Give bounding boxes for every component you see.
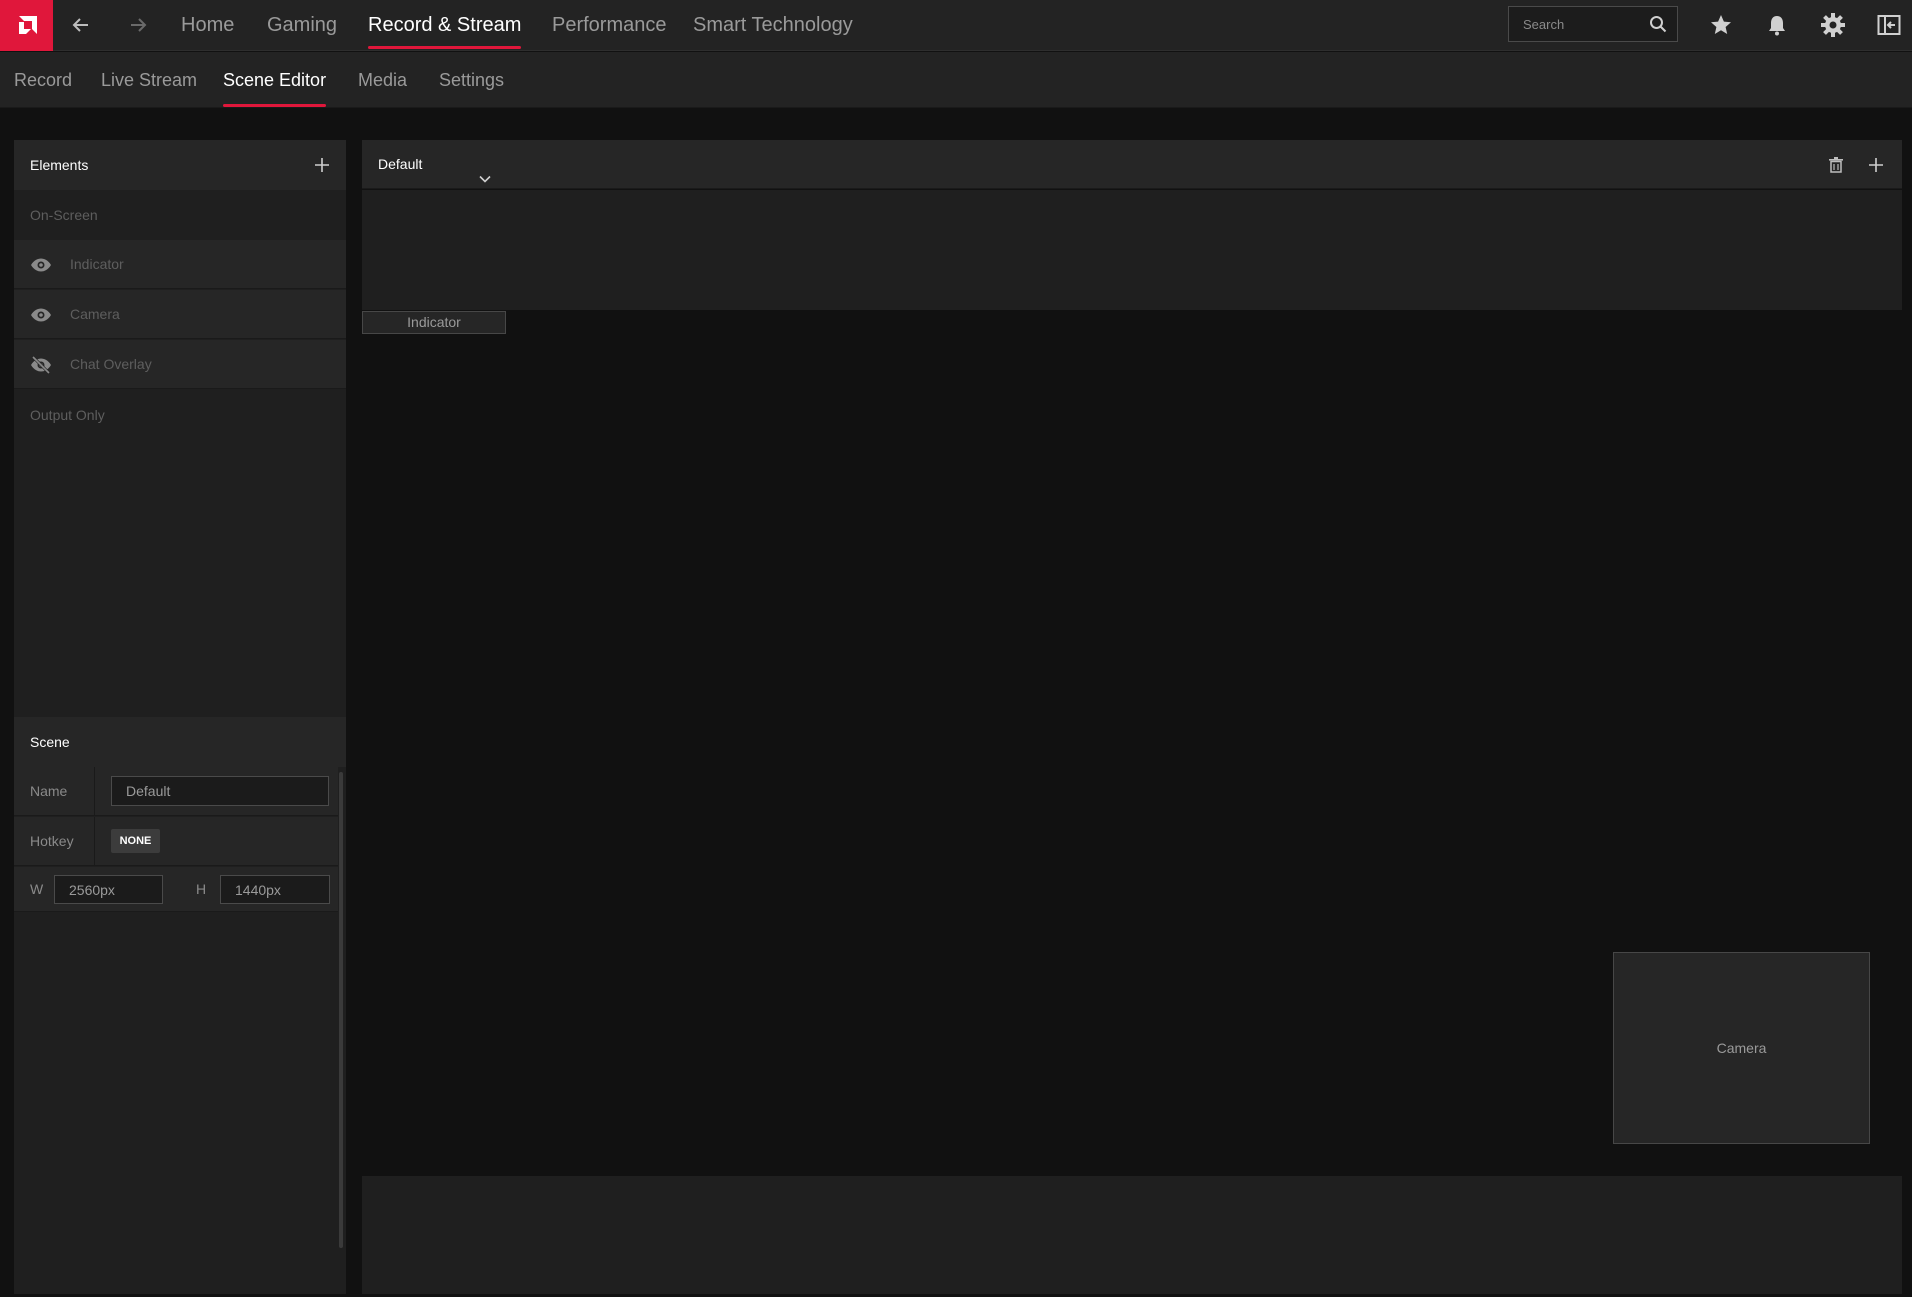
- subtab-scene-editor[interactable]: Scene Editor: [223, 52, 327, 108]
- scene-scrollbar[interactable]: [339, 772, 343, 1248]
- bell-icon[interactable]: [1761, 10, 1793, 40]
- eye-icon[interactable]: [30, 254, 52, 276]
- star-icon[interactable]: [1705, 10, 1737, 40]
- width-label: W: [30, 881, 44, 897]
- add-scene-button[interactable]: [1864, 153, 1888, 177]
- tab-performance[interactable]: Performance: [552, 0, 667, 51]
- sidebar-collapse-icon[interactable]: [1873, 10, 1905, 40]
- trash-icon[interactable]: [1824, 153, 1848, 177]
- element-row-camera[interactable]: Camera: [14, 290, 346, 339]
- scene-name-field[interactable]: [111, 776, 329, 806]
- canvas-bottom-strip: [362, 1176, 1902, 1294]
- on-screen-label: On-Screen: [30, 207, 98, 223]
- width-field[interactable]: [54, 875, 163, 904]
- row-divider: [94, 817, 95, 866]
- tab-smart-technology[interactable]: Smart Technology: [693, 0, 853, 51]
- top-bar: Home Gaming Record & Stream Performance …: [0, 0, 1912, 51]
- subtab-live-stream[interactable]: Live Stream: [101, 52, 197, 108]
- amd-logo-icon[interactable]: [0, 0, 53, 51]
- tab-gaming[interactable]: Gaming: [267, 0, 337, 51]
- element-row-indicator[interactable]: Indicator: [14, 240, 346, 289]
- hotkey-label: Hotkey: [30, 833, 74, 849]
- height-field[interactable]: [220, 875, 330, 904]
- left-panel: Elements On-Screen Indicator Camera Chat…: [14, 140, 346, 1294]
- elements-header: Elements: [14, 140, 346, 190]
- scene-name-label: Name: [30, 783, 68, 799]
- canvas-camera-element[interactable]: Camera: [1613, 952, 1870, 1144]
- subtab-media[interactable]: Media: [358, 52, 407, 108]
- scene-name-row: Name: [14, 767, 338, 816]
- canvas-indicator-element[interactable]: Indicator: [362, 311, 506, 334]
- subtab-settings[interactable]: Settings: [439, 52, 504, 108]
- camera-element-label: Camera: [1716, 1040, 1767, 1056]
- editor-header: Default: [362, 140, 1902, 189]
- element-label: Camera: [70, 306, 120, 322]
- scene-header: Scene: [14, 717, 346, 767]
- scene-dropdown[interactable]: Default: [378, 140, 491, 189]
- tab-home[interactable]: Home: [181, 0, 234, 51]
- scene-title: Scene: [30, 734, 70, 750]
- tab-record-and-stream[interactable]: Record & Stream: [368, 0, 522, 51]
- sub-tab-bar: Record Live Stream Scene Editor Media Se…: [0, 52, 1912, 108]
- search-icon[interactable]: [1649, 15, 1667, 38]
- gear-icon[interactable]: [1817, 10, 1849, 40]
- add-element-button[interactable]: [310, 153, 334, 177]
- height-label: H: [196, 881, 207, 897]
- subtab-record[interactable]: Record: [14, 52, 72, 108]
- eye-off-icon[interactable]: [30, 354, 52, 376]
- back-arrow-icon[interactable]: [66, 10, 96, 40]
- hotkey-button[interactable]: NONE: [111, 829, 160, 853]
- element-label: Chat Overlay: [70, 356, 152, 372]
- element-label: Indicator: [70, 256, 124, 272]
- scene-dropdown-value: Default: [378, 156, 423, 172]
- element-row-chat-overlay[interactable]: Chat Overlay: [14, 340, 346, 389]
- elements-title: Elements: [30, 157, 89, 173]
- eye-icon[interactable]: [30, 304, 52, 326]
- search-input[interactable]: [1509, 7, 1645, 41]
- forward-arrow-icon[interactable]: [123, 10, 153, 40]
- row-divider: [94, 767, 95, 816]
- scene-hotkey-row: Hotkey NONE: [14, 817, 338, 866]
- search-box: [1508, 6, 1678, 42]
- canvas-top-strip: [362, 190, 1902, 310]
- output-only-label: Output Only: [30, 407, 105, 423]
- scene-size-row: W H: [14, 867, 338, 912]
